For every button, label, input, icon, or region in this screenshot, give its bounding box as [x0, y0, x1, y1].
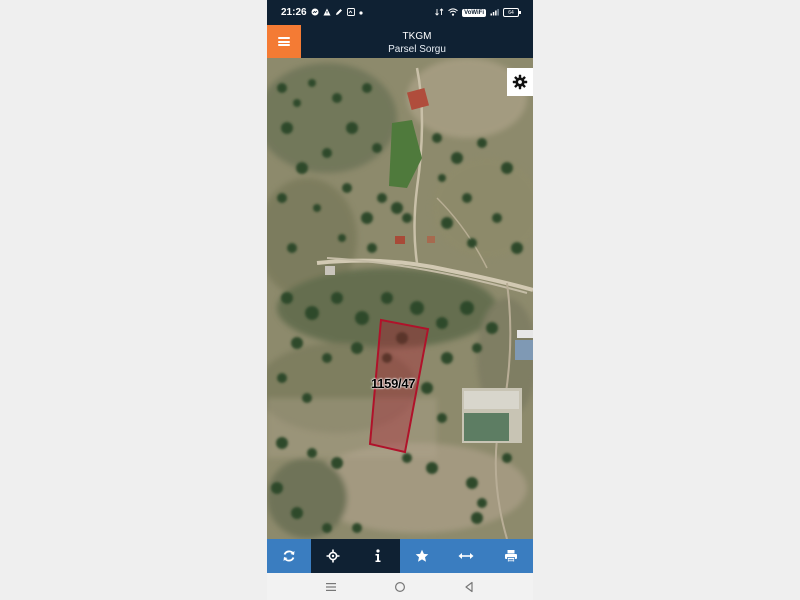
info-icon — [375, 549, 381, 562]
menu-icon — [326, 582, 337, 591]
recent-apps-button[interactable] — [319, 577, 343, 597]
system-nav-bar — [267, 573, 533, 600]
phone-screen: 21:26 VoWiFi 64 TKGM Parsel Sorgu 1159/4… — [267, 0, 533, 600]
crosshair-icon — [326, 549, 340, 563]
alert-icon — [323, 8, 331, 18]
refresh-icon — [283, 550, 295, 562]
vowifi-icon: VoWiFi — [462, 8, 486, 17]
status-bar: 21:26 VoWiFi 64 — [267, 0, 533, 25]
satellite-map[interactable]: 1159/47 — [267, 58, 533, 539]
pen-icon — [335, 8, 343, 18]
wifi-icon — [448, 7, 458, 18]
settings-button[interactable] — [507, 68, 533, 96]
dot-icon — [358, 9, 363, 17]
bottom-toolbar — [267, 539, 533, 573]
back-button[interactable] — [457, 577, 481, 597]
home-button[interactable] — [388, 577, 412, 597]
home-icon — [394, 581, 405, 592]
back-icon — [465, 581, 473, 592]
measure-button[interactable] — [444, 539, 488, 573]
satellite-imagery — [267, 58, 533, 539]
menu-button[interactable] — [267, 25, 301, 58]
gear-icon — [512, 74, 528, 90]
signal-icon — [490, 8, 499, 18]
print-button[interactable] — [489, 539, 533, 573]
parcel-label: 1159/47 — [371, 376, 416, 391]
app-bar: TKGM Parsel Sorgu — [267, 25, 533, 58]
status-right: VoWiFi 64 — [435, 7, 521, 18]
locate-button[interactable] — [311, 539, 356, 573]
app-title: TKGM — [402, 31, 432, 42]
status-left: 21:26 — [281, 7, 363, 18]
messenger-icon — [311, 8, 319, 18]
battery-icon: 64 — [503, 8, 521, 17]
app-icon — [346, 7, 355, 18]
arrows-horizontal-icon — [458, 553, 474, 559]
battery-level: 64 — [508, 9, 514, 16]
status-time: 21:26 — [281, 7, 307, 18]
hamburger-icon — [278, 37, 290, 46]
data-icon — [435, 7, 444, 18]
app-subtitle: Parsel Sorgu — [388, 44, 446, 55]
refresh-button[interactable] — [267, 539, 311, 573]
info-button[interactable] — [355, 539, 400, 573]
printer-icon — [504, 550, 517, 563]
star-icon — [415, 549, 429, 562]
favorite-button[interactable] — [400, 539, 444, 573]
